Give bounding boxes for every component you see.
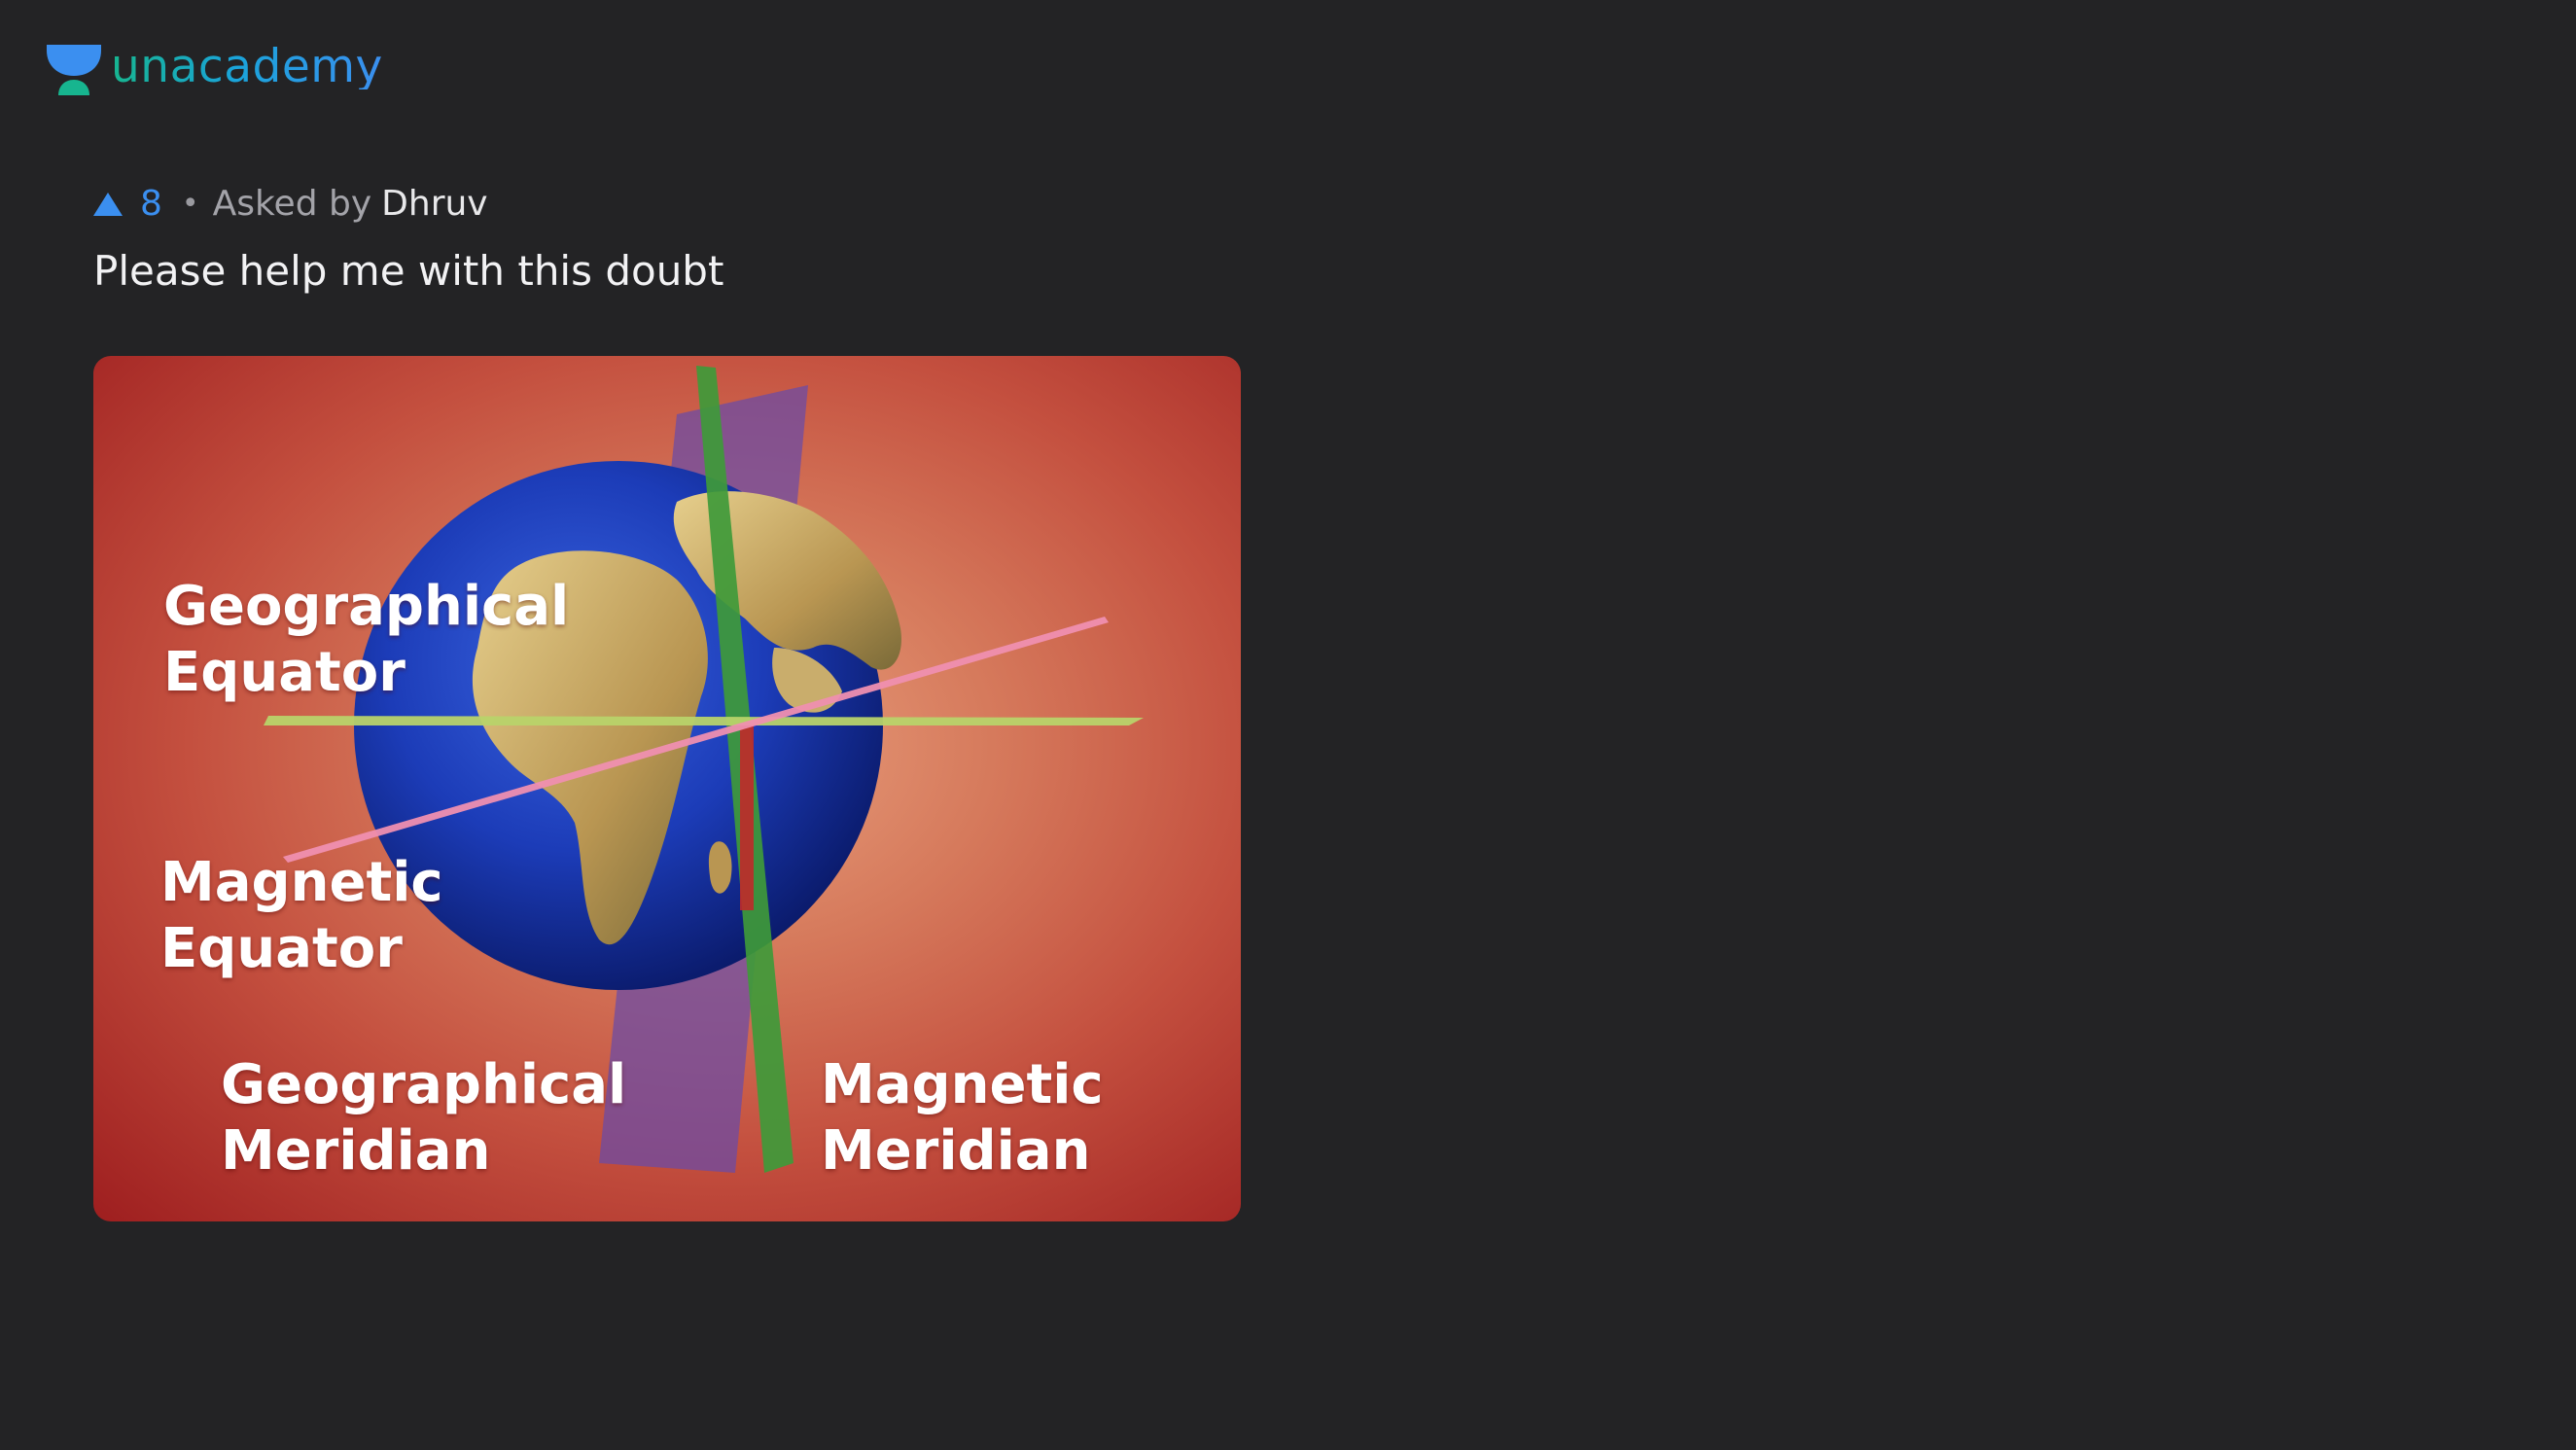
- magnetic-meridian-label: Magnetic Meridian: [821, 1053, 1104, 1183]
- geographical-meridian-label: Geographical Meridian: [221, 1053, 627, 1183]
- geographical-equator-label: Geographical Equator: [163, 575, 570, 704]
- upvote-button[interactable]: 8: [93, 187, 162, 222]
- unacademy-logo[interactable]: unacademy: [45, 39, 383, 97]
- question-text: Please help me with this doubt: [93, 247, 724, 295]
- separator-dot: •: [181, 187, 199, 221]
- geographical-equator-plane: [264, 716, 1144, 725]
- upvote-count: 8: [140, 184, 162, 224]
- question-image[interactable]: Geographical Equator Magnetic Equator Ge…: [93, 356, 1241, 1221]
- logo-wordmark: unacademy: [111, 39, 383, 93]
- unacademy-logo-icon: [47, 45, 101, 95]
- axis-marker: [740, 725, 754, 910]
- asked-by-label: Asked by: [212, 184, 372, 224]
- madagascar-landmass: [708, 841, 732, 894]
- question-meta: 8 • Asked by Dhruv: [93, 187, 488, 222]
- author-name[interactable]: Dhruv: [381, 187, 487, 222]
- doubt-page: unacademy 8 • Asked by Dhruv Please help…: [0, 0, 2576, 1450]
- magnetic-equator-label: Magnetic Equator: [160, 851, 443, 980]
- triangle-up-icon: [93, 193, 123, 216]
